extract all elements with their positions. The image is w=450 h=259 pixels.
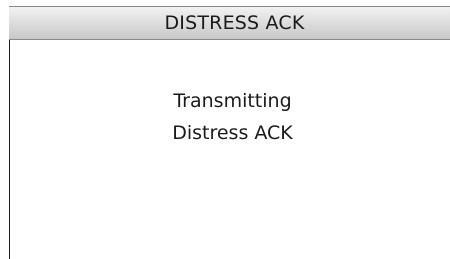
status-message-line-1: Transmitting [173,90,292,112]
screen-left-border [9,40,10,259]
radio-display-screen: DISTRESS ACK Transmitting Distress ACK [0,0,450,259]
title-bar: DISTRESS ACK [9,6,450,40]
status-message-line-2: Distress ACK [172,122,293,144]
screen-title: DISTRESS ACK [164,12,305,34]
status-message: Transmitting Distress ACK [10,85,450,149]
